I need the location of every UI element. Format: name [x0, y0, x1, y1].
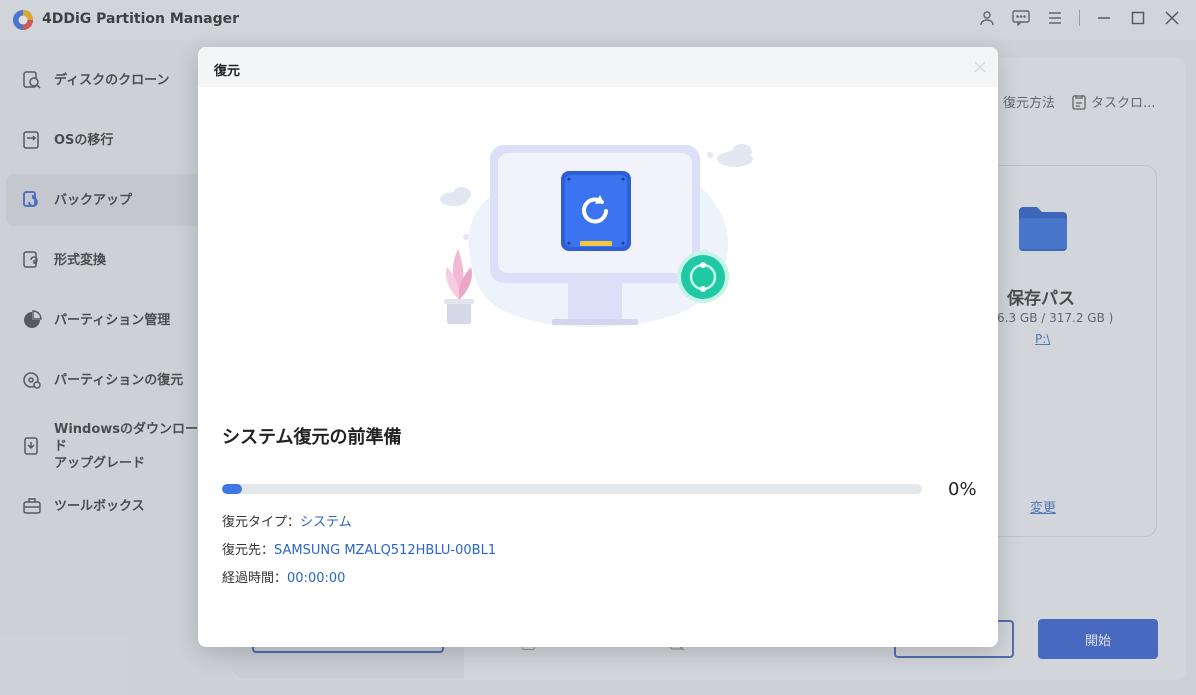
cloud-right	[717, 144, 753, 167]
dialog-title: 復元	[214, 64, 241, 79]
dialog-close-icon[interactable]	[972, 59, 988, 75]
info-label: 復元タイプ：	[222, 515, 301, 530]
cloud-left	[440, 187, 471, 206]
info-label: 経過時間：	[222, 571, 288, 586]
info-restore-type: 復元タイプ：システム	[222, 511, 352, 530]
restore-status-heading: システム復元の前準備	[222, 427, 402, 448]
info-value: システム	[300, 515, 352, 530]
info-label: 復元先：	[222, 543, 275, 558]
info-value: SAMSUNG MZALQ512HBLU-00BL1	[274, 543, 497, 558]
info-value: 00:00:00	[287, 571, 346, 586]
progress-percent: 0%	[948, 479, 977, 500]
dialog-header: 復元	[198, 47, 998, 87]
info-elapsed-time: 経過時間：00:00:00	[222, 567, 345, 586]
restore-illustration	[440, 144, 753, 327]
progress-bar-fill	[222, 484, 242, 494]
restore-dialog: 復元 システム復元の前準備 0% 復元タイプ：システム 復元先：SAMSUNG …	[198, 47, 998, 647]
info-restore-target: 復元先：SAMSUNG MZALQ512HBLU-00BL1	[222, 539, 496, 558]
progress-bar	[222, 484, 922, 494]
